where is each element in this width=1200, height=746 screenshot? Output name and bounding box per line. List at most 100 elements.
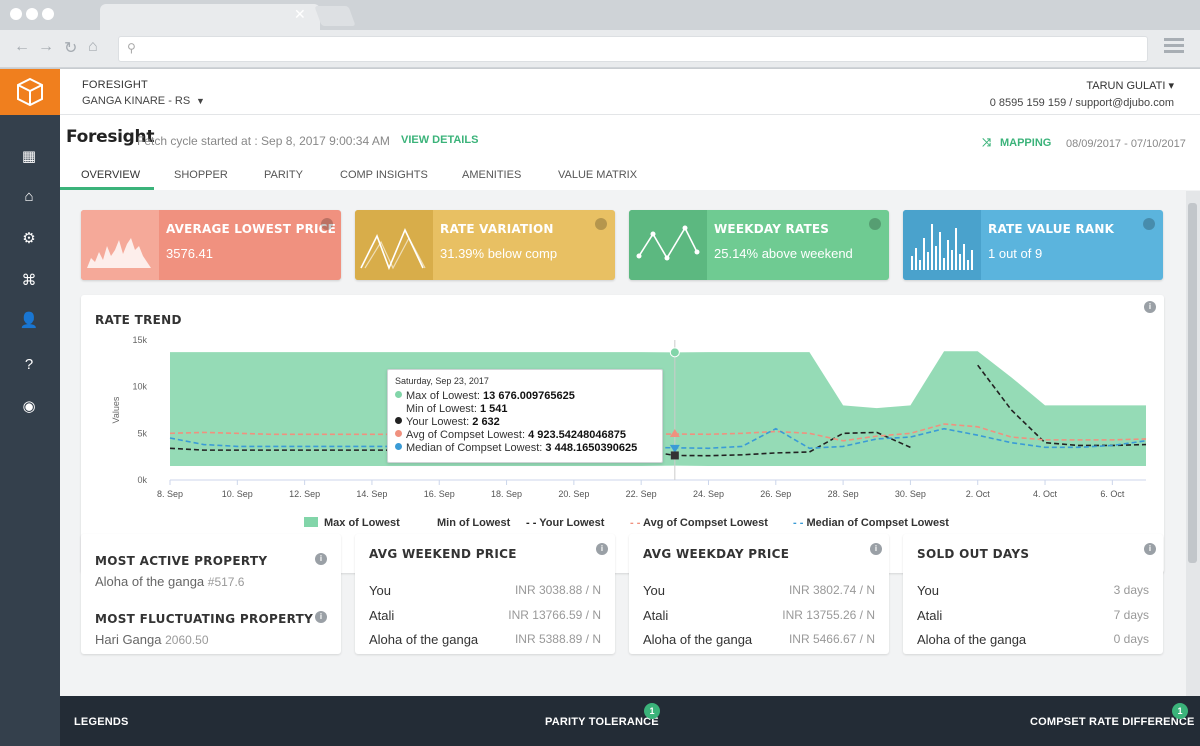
browser-menu-icon[interactable] <box>1164 38 1184 58</box>
info-icon[interactable]: i <box>1144 543 1156 555</box>
legend-max-of-lowest[interactable]: Max of Lowest <box>304 517 400 529</box>
kpi-value: 25.14% above weekend <box>714 246 853 261</box>
row-label: Atali <box>643 608 669 623</box>
tab-shopper[interactable]: SHOPPER <box>174 169 228 181</box>
point-line-icon <box>629 210 707 280</box>
info-icon[interactable]: i <box>315 553 327 565</box>
series-dot <box>395 391 402 398</box>
info-icon[interactable]: i <box>870 543 882 555</box>
home-nav-icon[interactable]: ⌂ <box>19 187 39 207</box>
x-tick-label: 22. Sep <box>626 489 657 499</box>
app-logo[interactable] <box>0 69 60 115</box>
tooltip-value: 2 632 <box>472 416 500 428</box>
settings-home-icon[interactable]: ⌘ <box>19 271 39 291</box>
tooltip-value: 4 923.54248046875 <box>528 429 626 441</box>
parity-badge: 1 <box>644 703 660 719</box>
info-icon[interactable] <box>869 218 881 230</box>
window-close-dot[interactable] <box>10 8 22 20</box>
row-value: INR 13766.59 / N <box>508 608 601 622</box>
legend-median-compset[interactable]: - - Median of Compset Lowest <box>793 517 949 529</box>
address-bar[interactable]: ⚲ <box>118 36 1148 62</box>
new-tab-button[interactable] <box>314 6 356 26</box>
x-tick-label: 6. Oct <box>1100 489 1125 499</box>
parity-tolerance-button[interactable]: PARITY TOLERANCE <box>545 716 659 728</box>
kpi-rate-variation[interactable]: RATE VARIATION 31.39% below comp <box>355 210 615 280</box>
legend-line: - - <box>526 517 537 529</box>
tab-close-icon[interactable]: ✕ <box>294 6 306 23</box>
row-value: INR 5466.67 / N <box>788 632 875 646</box>
card-title: MOST ACTIVE PROPERTY <box>95 554 268 568</box>
property-stats-card: MOST ACTIVE PROPERTY i Aloha of the gang… <box>81 534 341 654</box>
reload-icon[interactable]: ↻ <box>64 38 77 58</box>
forward-icon[interactable]: → <box>38 38 54 56</box>
sold-out-days-card: SOLD OUT DAYS i You 3 days Atali 7 days … <box>903 534 1163 654</box>
mapping-button[interactable]: ⤨ MAPPING <box>982 137 1051 150</box>
tooltip-value: 1 541 <box>479 403 508 415</box>
row-label: Atali <box>917 608 943 623</box>
legends-footer: LEGENDS PARITY TOLERANCE 1 COMPSET RATE … <box>60 696 1200 746</box>
legend-label: Your Lowest <box>539 517 605 529</box>
series-dot <box>395 417 402 424</box>
chevron-down-icon[interactable]: ▼ <box>196 96 205 106</box>
content-scrollbar[interactable] <box>1186 191 1200 696</box>
window-maximize-dot[interactable] <box>42 8 54 20</box>
tooltip-label: Min of Lowest: <box>406 403 477 415</box>
card-title: SOLD OUT DAYS <box>917 547 1030 561</box>
property-rank: #517.6 <box>207 575 245 589</box>
tooltip-label: Avg of Compset Lowest: <box>406 429 526 441</box>
view-details-link[interactable]: VIEW DETAILS <box>401 134 478 146</box>
tab-parity[interactable]: PARITY <box>264 169 303 181</box>
tab-amenities[interactable]: AMENITIES <box>462 169 521 181</box>
compset-rate-difference-button[interactable]: COMPSET RATE DIFFERENCE <box>1030 716 1195 728</box>
browser-tab[interactable] <box>100 4 320 30</box>
legends-button[interactable]: LEGENDS <box>74 716 129 728</box>
kpi-title: RATE VARIATION <box>440 222 554 236</box>
kpi-value: 1 out of 9 <box>988 246 1043 261</box>
info-icon[interactable] <box>595 218 607 230</box>
tab-comp-insights[interactable]: COMP INSIGHTS <box>340 169 428 181</box>
help-icon[interactable]: ? <box>19 355 39 375</box>
y-tick-label: 10k <box>132 382 147 392</box>
kpi-average-lowest-price[interactable]: AVERAGE LOWEST PRICE 3576.41 <box>81 210 341 280</box>
brand-name: FORESIGHT <box>82 79 148 91</box>
y-axis-label: Values <box>111 396 121 423</box>
row-label: Atali <box>369 608 395 623</box>
info-icon[interactable] <box>1143 218 1155 230</box>
legend-label: Max of Lowest <box>324 517 400 529</box>
kpi-rate-value-rank[interactable]: RATE VALUE RANK 1 out of 9 <box>903 210 1163 280</box>
user-settings-icon[interactable]: 👤 <box>19 311 39 331</box>
sidebar: ▦ ⌂ ⚙ ⌘ 👤 ? ◉ <box>0 69 60 746</box>
x-tick-label: 10. Sep <box>222 489 253 499</box>
home-icon[interactable]: ⌂ <box>88 38 98 56</box>
legend-your-lowest[interactable]: - - Your Lowest <box>526 517 604 529</box>
legend-label: Avg of Compset Lowest <box>643 517 768 529</box>
legend-avg-compset[interactable]: - - Avg of Compset Lowest <box>630 517 768 529</box>
gear-icon[interactable]: ⚙ <box>19 229 39 249</box>
row-value: INR 5388.89 / N <box>514 632 601 646</box>
hover-marker-your-lowest <box>670 451 679 460</box>
back-icon[interactable]: ← <box>14 38 30 56</box>
avg-weekday-price-card: AVG WEEKDAY PRICE i You INR 3802.74 / N … <box>629 534 889 654</box>
line-sparkline-icon <box>355 210 433 280</box>
kpi-weekday-rates[interactable]: WEEKDAY RATES 25.14% above weekend <box>629 210 889 280</box>
x-tick-label: 24. Sep <box>693 489 724 499</box>
info-icon[interactable] <box>321 218 333 230</box>
info-icon[interactable]: i <box>315 611 327 623</box>
window-minimize-dot[interactable] <box>26 8 38 20</box>
property-selector[interactable]: GANGA KINARE - RS <box>82 95 190 107</box>
grid-icon[interactable]: ▦ <box>19 147 39 167</box>
camera-icon[interactable]: ◉ <box>19 397 39 417</box>
tooltip-date: Saturday, Sep 23, 2017 <box>395 376 489 386</box>
tab-overview[interactable]: OVERVIEW <box>81 169 140 181</box>
tooltip-value: 13 676.009765625 <box>483 390 575 402</box>
date-range-picker[interactable]: 08/09/2017 - 07/10/2017 <box>1066 138 1186 150</box>
tab-value-matrix[interactable]: VALUE MATRIX <box>558 169 637 181</box>
property-value: 2060.50 <box>165 633 209 647</box>
scrollbar-thumb[interactable] <box>1188 203 1197 563</box>
shuffle-icon: ⤨ <box>982 137 991 149</box>
row-value: 3 days <box>1113 583 1149 597</box>
legend-min-of-lowest[interactable]: Min of Lowest <box>437 517 510 529</box>
user-menu[interactable]: TARUN GULATI ▾ <box>1086 79 1174 92</box>
tab-bar: OVERVIEW SHOPPER PARITY COMP INSIGHTS AM… <box>60 163 1200 190</box>
info-icon[interactable]: i <box>596 543 608 555</box>
